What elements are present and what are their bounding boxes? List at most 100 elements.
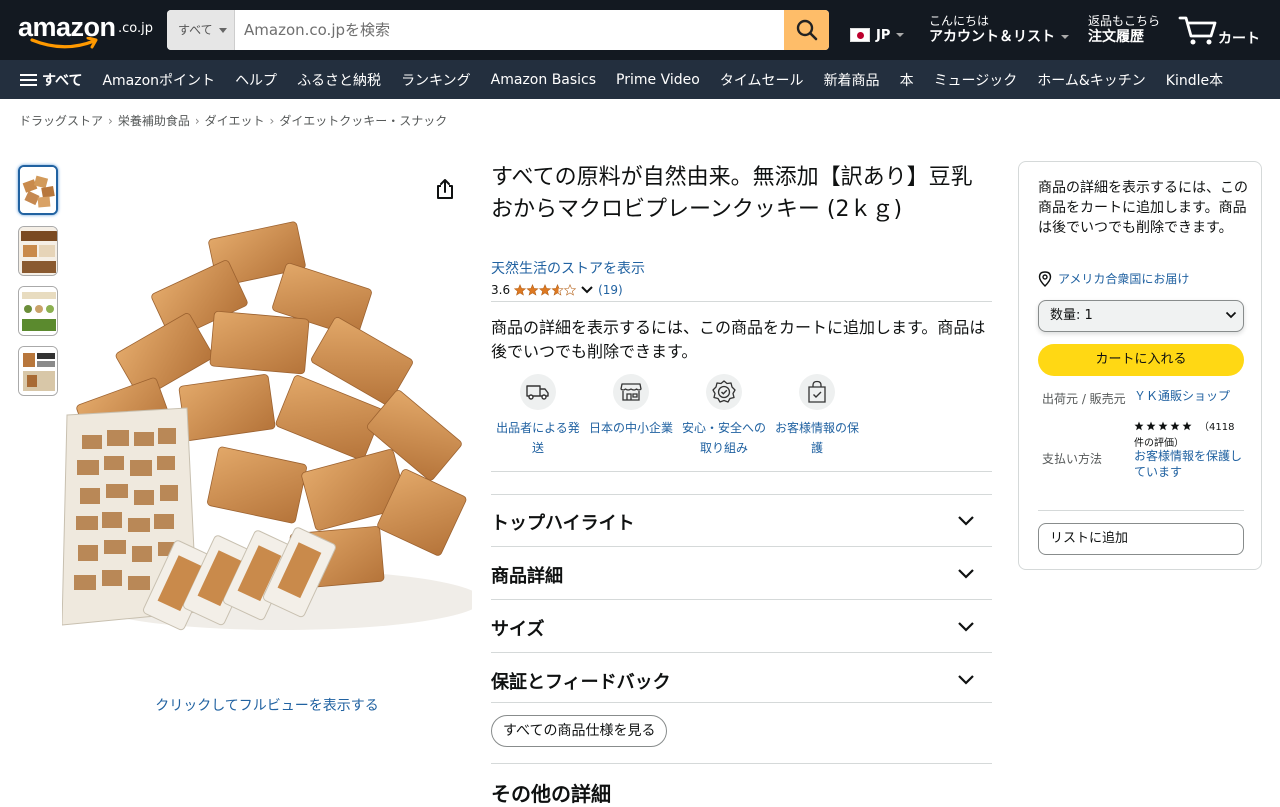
storefront-icon xyxy=(620,383,642,401)
all-menu-label: すべて xyxy=(42,72,83,89)
seller-label: 出荷元 / 販売元 xyxy=(1042,392,1126,406)
nav-menu-bar: すべて Amazonポイント ヘルプ ふるさと納税 ランキング Amazon B… xyxy=(0,60,1280,99)
orders-label: 注文履歴 xyxy=(1088,29,1144,45)
badge-check-icon xyxy=(712,380,736,403)
accordion-product-details[interactable]: 商品詳細 xyxy=(491,548,992,600)
smile-arrow-icon xyxy=(30,37,98,49)
accordion-title: トップハイライト xyxy=(491,513,635,534)
account-greeting: こんにちは xyxy=(929,14,990,28)
nav-link-furusato[interactable]: ふるさと納税 xyxy=(297,70,381,90)
feature-icon-wrap xyxy=(520,374,556,410)
account-lists-menu[interactable]: こんにちは アカウント＆リスト xyxy=(929,14,1069,46)
search-icon xyxy=(796,19,817,41)
search-category-label: すべて xyxy=(178,23,213,37)
accordion-size[interactable]: サイズ xyxy=(491,601,992,653)
thumbnail-1[interactable] xyxy=(18,165,58,215)
breadcrumb-item[interactable]: ドラッグストア xyxy=(19,114,103,128)
star-rating xyxy=(514,283,578,297)
breadcrumb-item[interactable]: ダイエット xyxy=(205,114,265,128)
caret-down-icon xyxy=(219,28,227,33)
buy-box: 商品の詳細を表示するには、この商品をカートに追加します。商品は後でいつでも削除で… xyxy=(1018,161,1262,570)
main-product-image[interactable] xyxy=(61,220,482,635)
chevron-right-icon: › xyxy=(194,114,200,128)
feature-small-business[interactable]: 日本の中小企業 xyxy=(585,374,677,438)
divider xyxy=(1038,510,1244,511)
nav-link-kindle[interactable]: Kindle本 xyxy=(1166,70,1223,90)
store-link[interactable]: 天然生活のストアを表示 xyxy=(491,258,645,278)
review-count[interactable]: (19) xyxy=(598,283,623,297)
nav-link-points[interactable]: Amazonポイント xyxy=(102,70,215,90)
thumbnail-4[interactable] xyxy=(18,346,58,396)
header-bar: amazon .co.jp すべて JP こんにちは アカウント＆リスト 返品も… xyxy=(0,0,1280,60)
accordion-top-highlights[interactable]: トップハイライト xyxy=(491,495,992,547)
chevron-right-icon: › xyxy=(269,114,275,128)
add-to-cart-button[interactable]: カートに入れる xyxy=(1038,344,1244,376)
nav-link-basics[interactable]: Amazon Basics xyxy=(491,72,596,88)
nav-link-timesale[interactable]: タイムセール xyxy=(720,70,804,90)
nav-link-books[interactable]: 本 xyxy=(900,70,914,90)
feature-label: 日本の中小企業 xyxy=(588,421,673,435)
feature-label: 出品者による発送 xyxy=(496,421,580,455)
share-icon[interactable] xyxy=(434,177,456,201)
deliver-to-label: アメリカ合衆国にお届け xyxy=(1058,272,1190,286)
product-title: すべての原料が自然由来。無添加【訳あり】豆乳おからマクロビプレーンクッキー (2… xyxy=(491,165,973,222)
payment-info-link[interactable]: お客様情報を保護しています xyxy=(1134,448,1244,480)
rating-value: 3.6 xyxy=(491,283,511,297)
japan-flag-icon xyxy=(850,28,870,42)
feature-label: 安心・安全への取り組み xyxy=(681,421,766,455)
deliver-to-link[interactable]: アメリカ合衆国にお届け xyxy=(1038,270,1189,287)
breadcrumb-item[interactable]: 栄養補助食品 xyxy=(118,114,190,128)
seller-name-link[interactable]: ＹＫ通販ショップ xyxy=(1134,388,1230,404)
caret-down-icon xyxy=(896,33,905,37)
feature-icon-wrap xyxy=(613,374,649,410)
divider xyxy=(491,301,992,302)
product-info-thumbnail-image xyxy=(19,227,57,275)
breadcrumb-item[interactable]: ダイエットクッキー・スナック xyxy=(279,114,447,128)
location-pin-icon xyxy=(1038,270,1052,287)
hamburger-icon xyxy=(20,73,37,87)
divider xyxy=(491,763,992,764)
quantity-value: 数量: 1 xyxy=(1050,308,1093,323)
all-menu-button[interactable]: すべて xyxy=(20,70,82,90)
thumbnail-2[interactable] xyxy=(18,226,58,276)
add-to-list-button[interactable]: リストに追加 xyxy=(1038,523,1244,555)
cart-label: カート xyxy=(1218,31,1260,47)
nav-link-new[interactable]: 新着商品 xyxy=(824,70,880,90)
all-specs-button[interactable]: すべての商品仕様を見る xyxy=(491,715,668,747)
stars-icon xyxy=(514,283,576,295)
nav-link-music[interactable]: ミュージック xyxy=(934,70,1018,90)
logo-tld: .co.jp xyxy=(118,21,154,36)
seller-rating: （4118 xyxy=(1134,418,1234,433)
breadcrumb: ドラッグストア › 栄養補助食品 › ダイエット › ダイエットクッキー・スナック xyxy=(19,112,447,129)
nav-link-help[interactable]: ヘルプ xyxy=(235,70,277,90)
search-category-dropdown[interactable]: すべて xyxy=(167,10,235,50)
search-button[interactable] xyxy=(784,10,829,50)
amazon-logo[interactable]: amazon .co.jp xyxy=(14,8,154,52)
cart-link[interactable]: カート xyxy=(1178,14,1268,48)
quantity-select[interactable]: 数量: 1 xyxy=(1038,300,1244,332)
feature-privacy[interactable]: お客様情報の保護 xyxy=(771,374,863,458)
returns-orders-link[interactable]: 返品もこちら 注文履歴 xyxy=(1088,14,1160,46)
thumbnail-3[interactable] xyxy=(18,286,58,336)
language-selector[interactable]: JP xyxy=(850,25,905,45)
full-view-link[interactable]: クリックしてフルビューを表示する xyxy=(62,695,472,715)
feature-icon-wrap xyxy=(799,374,835,410)
chevron-down-icon xyxy=(581,286,593,294)
cookie-thumbnail-image xyxy=(20,167,56,213)
ingredients-thumbnail-image xyxy=(19,287,57,335)
package-thumbnail-image xyxy=(19,347,57,395)
rating-summary[interactable]: 3.6 (19) xyxy=(491,282,623,298)
nav-link-prime-video[interactable]: Prime Video xyxy=(616,72,700,88)
accordion-warranty-feedback[interactable]: 保証とフィードバック xyxy=(491,654,992,703)
language-code: JP xyxy=(876,27,891,43)
chevron-down-icon xyxy=(958,516,974,526)
truck-icon xyxy=(526,385,549,400)
seller-rating-count: （4118 xyxy=(1199,422,1235,433)
feature-safety[interactable]: 安心・安全への取り組み xyxy=(678,374,770,458)
nav-link-ranking[interactable]: ランキング xyxy=(401,70,471,90)
cart-notice: 商品の詳細を表示するには、この商品をカートに追加します。商品は後でいつでも削除で… xyxy=(491,318,986,361)
feature-seller-shipping[interactable]: 出品者による発送 xyxy=(492,374,584,458)
nav-link-home-kitchen[interactable]: ホーム&キッチン xyxy=(1037,70,1146,90)
search-input[interactable] xyxy=(235,10,784,50)
cart-icon xyxy=(1178,16,1217,45)
